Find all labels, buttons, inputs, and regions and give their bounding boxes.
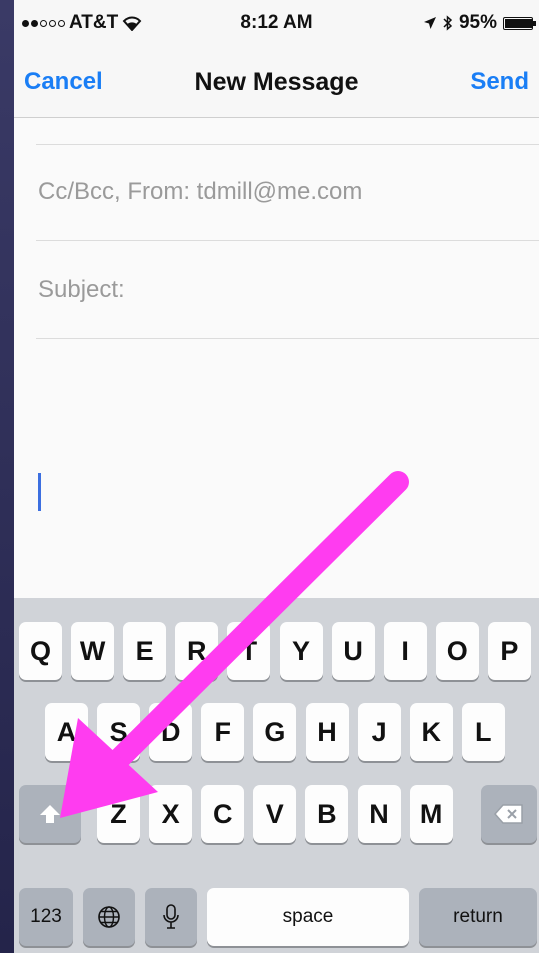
key-l[interactable]: L [461,703,505,761]
shift-arrow-icon [40,805,60,823]
cc-field-divider [36,240,539,241]
location-arrow-icon [423,17,436,29]
numbers-key[interactable]: 123 [19,888,73,946]
key-p[interactable]: P [487,622,531,680]
microphone-icon [163,904,179,929]
shift-key[interactable] [19,785,81,843]
key-j[interactable]: J [357,703,401,761]
battery-percent: 95% [458,12,497,33]
space-key[interactable]: space [207,888,409,946]
key-s[interactable]: S [97,703,141,761]
delete-key[interactable] [481,785,537,843]
key-x[interactable]: X [149,785,193,843]
key-d[interactable]: D [149,703,193,761]
to-field-divider [36,144,539,145]
battery-icon [503,16,536,30]
key-o[interactable]: O [435,622,479,680]
status-bar: AT&T 8:12 AM 95% [14,0,539,44]
page-title: New Message [194,68,359,96]
status-right: 95% [423,12,536,34]
compose-area[interactable]: Cc/Bcc, From: tdmill@me.com Subject: [14,118,539,598]
on-screen-keyboard: QWERTYUIOP ASDFGHJKL ZXCVBNM 123 space r… [14,598,539,953]
key-y[interactable]: Y [279,622,323,680]
text-cursor [38,473,41,511]
cc-from-field[interactable]: Cc/Bcc, From: tdmill@me.com [38,178,362,206]
key-q[interactable]: Q [19,622,62,680]
send-button[interactable]: Send [470,68,529,96]
key-i[interactable]: I [383,622,427,680]
key-r[interactable]: R [175,622,219,680]
key-z[interactable]: Z [97,785,140,843]
key-f[interactable]: F [201,703,245,761]
navigation-bar: Cancel New Message Send [14,44,539,118]
subject-field-divider [36,338,539,339]
key-b[interactable]: B [305,785,349,843]
phone-screen: AT&T 8:12 AM 95% Cancel New Message Send [14,0,539,953]
key-u[interactable]: U [331,622,375,680]
key-c[interactable]: C [201,785,245,843]
bluetooth-icon [443,15,453,31]
key-h[interactable]: H [305,703,349,761]
return-key[interactable]: return [419,888,537,946]
globe-key[interactable] [83,888,135,946]
dictation-key[interactable] [145,888,197,946]
backspace-icon [494,804,523,824]
key-w[interactable]: W [71,622,115,680]
key-a[interactable]: A [45,703,88,761]
key-k[interactable]: K [409,703,453,761]
subject-field[interactable]: Subject: [38,276,125,304]
globe-icon [98,906,120,928]
key-t[interactable]: T [227,622,271,680]
key-e[interactable]: E [123,622,167,680]
key-v[interactable]: V [253,785,297,843]
key-g[interactable]: G [253,703,297,761]
key-m[interactable]: M [409,785,453,843]
key-n[interactable]: N [357,785,401,843]
